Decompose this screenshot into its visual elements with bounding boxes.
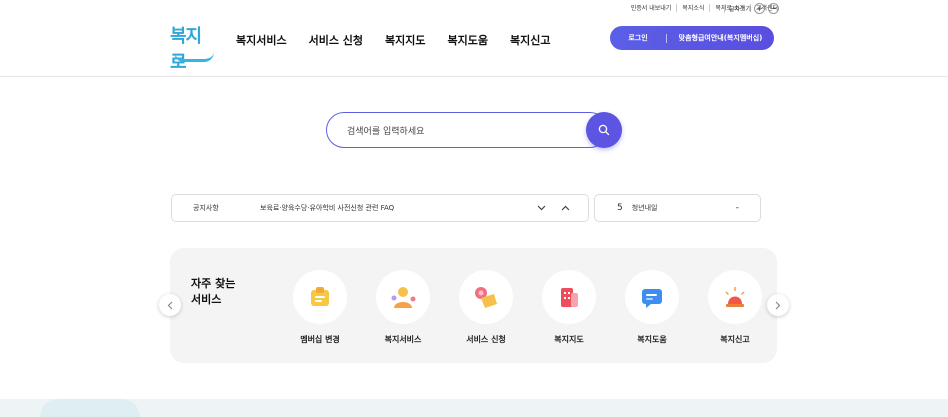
apply-icon	[475, 287, 497, 308]
search-bar: 검색어를 입력하세요	[326, 112, 622, 148]
header-action-pill: 로그인 맞춤형급여안내(복지멤버십)	[610, 26, 774, 50]
title-line: 서비스	[191, 293, 222, 306]
nav-item-welfare-help[interactable]: 복지도움	[448, 32, 488, 48]
benefit-guide-button[interactable]: 맞춤형급여안내(복지멤버십)	[667, 33, 774, 43]
footer-band	[0, 399, 948, 417]
search-button[interactable]	[586, 112, 622, 148]
decorative-shape	[40, 399, 140, 417]
chevron-left-icon	[167, 301, 173, 309]
header-divider	[0, 76, 948, 77]
chat-icon	[642, 289, 662, 308]
nav-item-service-apply[interactable]: 서비스 신청	[309, 32, 363, 48]
service-icon-wrap	[376, 270, 430, 324]
service-label: 멤버십 변경	[300, 335, 340, 344]
nav-item-welfare-map[interactable]: 복지지도	[385, 32, 425, 48]
chevron-down-icon[interactable]	[537, 205, 546, 211]
util-link-news[interactable]: 복지소식	[682, 3, 704, 12]
youth-dash: -	[735, 203, 739, 213]
search-icon	[598, 124, 610, 136]
service-icon-wrap	[542, 270, 596, 324]
service-icon-wrap	[459, 270, 513, 324]
font-increase-button[interactable]: +	[754, 3, 766, 14]
main-nav: 복지서비스 서비스 신청 복지지도 복지도움 복지신고	[236, 32, 573, 48]
service-icon-wrap	[293, 270, 347, 324]
notice-controls	[522, 205, 570, 211]
youth-text: 청년내일	[631, 204, 658, 212]
youth-number: 5	[617, 203, 623, 213]
service-welfare-map[interactable]: 복지지도	[539, 270, 599, 345]
membership-icon	[311, 287, 329, 306]
chevron-right-icon	[775, 301, 781, 309]
frequent-services-title: 자주 찾는 서비스	[191, 276, 235, 308]
carousel-next-button[interactable]	[767, 294, 789, 316]
nav-item-welfare-report[interactable]: 복지신고	[510, 32, 550, 48]
map-icon	[561, 288, 578, 307]
notice-ticker: 공지사항 보육료·양육수당·유아학비 사전신청 관련 FAQ	[171, 194, 589, 222]
service-welfare-help[interactable]: 복지도움	[622, 270, 682, 345]
divider	[709, 3, 711, 12]
service-welfare-report[interactable]: 복지신고	[705, 270, 765, 345]
logo[interactable]: 복지로	[170, 22, 216, 73]
frequent-services-panel: 자주 찾는 서비스 멤버십 변경 복지서비스 서비스 신청 복지지도 복지도움 …	[170, 248, 777, 363]
service-icon-wrap	[625, 270, 679, 324]
login-button[interactable]: 로그인	[610, 33, 666, 43]
font-decrease-button[interactable]: −	[768, 3, 780, 14]
title-line: 자주 찾는	[191, 277, 236, 290]
nav-item-welfare-services[interactable]: 복지서비스	[236, 32, 287, 48]
service-label: 복지지도	[554, 335, 584, 344]
service-label: 복지도움	[637, 335, 667, 344]
siren-icon	[725, 287, 745, 307]
font-size-label: 글자크기	[729, 6, 752, 13]
people-icon	[391, 287, 416, 308]
carousel-prev-button[interactable]	[159, 294, 181, 316]
divider	[724, 4, 725, 13]
notice-label: 공지사항	[193, 204, 219, 212]
service-welfare-services[interactable]: 복지서비스	[373, 270, 433, 345]
util-link-cert[interactable]: 인증서 내보내기	[631, 3, 672, 12]
logo-text: 복지로	[170, 26, 202, 73]
notice-link[interactable]: 보육료·양육수당·유아학비 사전신청 관련 FAQ	[260, 203, 522, 213]
service-label: 서비스 신청	[466, 335, 506, 344]
youth-ticker[interactable]: 5 청년내일 -	[594, 194, 761, 222]
service-label: 복지신고	[720, 335, 750, 344]
service-label: 복지서비스	[384, 335, 422, 344]
chevron-up-icon[interactable]	[561, 205, 570, 211]
service-apply[interactable]: 서비스 신청	[456, 270, 516, 345]
service-icon-wrap	[708, 270, 762, 324]
font-size-control: 글자크기 + −	[724, 3, 780, 14]
divider	[676, 3, 678, 12]
search-input[interactable]: 검색어를 입력하세요	[326, 112, 608, 148]
logo-smile-mark	[174, 52, 214, 62]
service-membership-change[interactable]: 멤버십 변경	[290, 270, 350, 345]
